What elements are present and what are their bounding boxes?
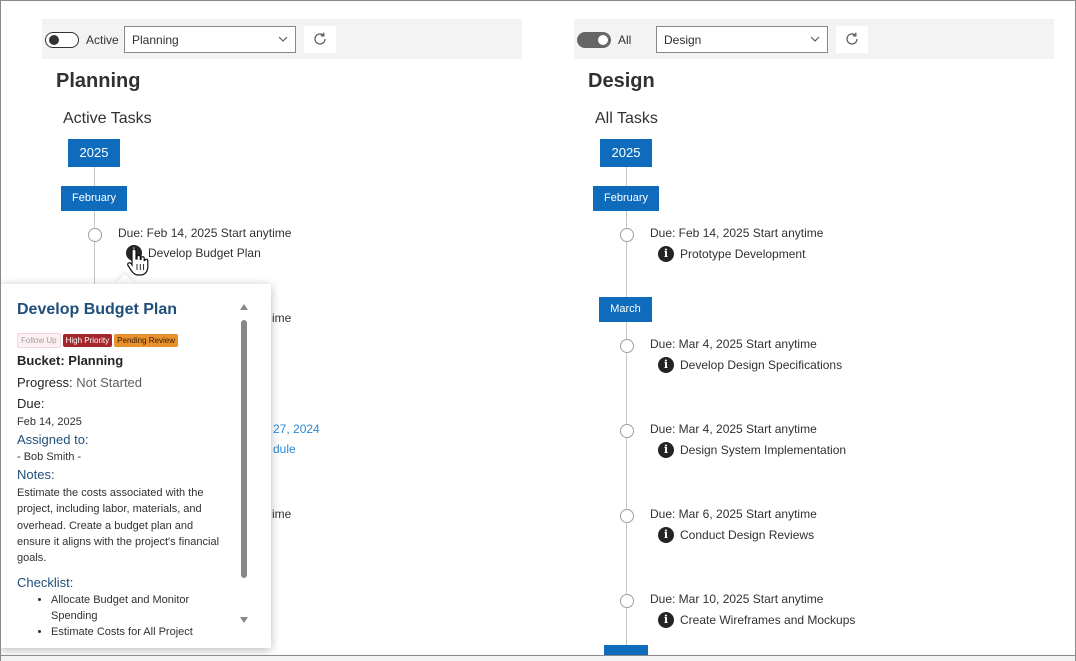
scroll-up-arrow-icon[interactable]	[240, 304, 248, 310]
popup-assigned-label: Assigned to:	[17, 432, 89, 447]
timeline-dot	[620, 424, 634, 438]
design-panel: All Design Design All Tasks 2025 Februar…	[574, 0, 1056, 655]
task-item[interactable]: i Create Wireframes and Mockups	[658, 611, 855, 629]
checklist-item: Allocate Budget and Monitor Spending	[51, 592, 232, 624]
obscured-text: ime	[272, 311, 292, 325]
bucket-select[interactable]: Planning	[124, 26, 296, 53]
popup-notes-value: Estimate the costs associated with the p…	[17, 487, 220, 565]
popup-scrollbar[interactable]	[237, 298, 251, 636]
obscured-link[interactable]: dule	[273, 442, 296, 456]
bucket-select-value: Design	[664, 33, 702, 47]
design-toolbar: All Design	[574, 19, 1054, 59]
info-icon[interactable]: i	[658, 526, 674, 543]
task-due: Due: Mar 4, 2025 Start anytime	[650, 337, 817, 351]
toggle-knob	[598, 35, 608, 45]
obscured-text: ime	[272, 507, 292, 521]
panel-title: Planning	[56, 70, 141, 92]
panel-subtitle: Active Tasks	[63, 110, 152, 127]
task-title: Design System Implementation	[680, 442, 847, 457]
scroll-thumb[interactable]	[241, 320, 247, 578]
task-item[interactable]: i Conduct Design Reviews	[658, 526, 814, 544]
refresh-button[interactable]	[304, 26, 336, 53]
timeline-dot	[620, 594, 634, 608]
popup-due-label: Due:	[17, 396, 45, 411]
year-badge: 2025	[600, 139, 652, 167]
task-title: Conduct Design Reviews	[680, 527, 815, 542]
task-item[interactable]: i Develop Design Specifications	[658, 356, 842, 374]
timeline-dot	[620, 228, 634, 242]
refresh-button[interactable]	[836, 26, 868, 53]
task-title: Develop Budget Plan	[148, 245, 261, 260]
scroll-down-arrow-icon[interactable]	[240, 617, 248, 623]
popup-checklist-label: Checklist:	[17, 575, 74, 590]
timeline-dot	[620, 509, 634, 523]
toggle-knob	[49, 35, 59, 45]
obscured-link[interactable]: 27, 2024	[273, 422, 320, 436]
task-detail-popup: Develop Budget Plan Follow Up High Priori…	[0, 284, 271, 648]
popup-title: Develop Budget Plan	[17, 301, 178, 318]
chevron-down-icon	[810, 36, 820, 42]
tag-pending-review: Pending Review	[114, 334, 178, 347]
task-due: Due: Mar 6, 2025 Start anytime	[650, 507, 817, 521]
timeline-dot	[88, 228, 102, 242]
tag-follow-up: Follow Up	[17, 333, 61, 348]
year-badge: 2025	[68, 139, 120, 167]
task-item[interactable]: i Prototype Development	[658, 245, 805, 263]
refresh-icon	[846, 32, 858, 45]
info-icon[interactable]: i	[658, 356, 674, 373]
panel-subtitle: All Tasks	[595, 110, 658, 127]
info-icon[interactable]: i	[658, 245, 674, 262]
popup-progress: Progress: Not Started	[17, 375, 142, 390]
active-filter-toggle[interactable]	[45, 32, 79, 48]
task-due: Due: Feb 14, 2025 Start anytime	[118, 226, 292, 240]
month-badge: March	[599, 297, 652, 322]
task-item[interactable]: i Design System Implementation	[658, 441, 846, 459]
tag-high-priority: High Priority	[62, 334, 113, 347]
month-badge: February	[61, 186, 127, 211]
active-toggle-label: Active	[86, 33, 119, 47]
chevron-down-icon	[278, 36, 288, 42]
task-title: Develop Design Specifications	[680, 357, 843, 372]
task-title: Create Wireframes and Mockups	[680, 612, 856, 627]
label-tags: Follow Up High Priority Pending Review	[17, 330, 180, 348]
info-icon[interactable]: i	[658, 611, 674, 628]
all-filter-toggle[interactable]	[577, 32, 611, 48]
popup-due-value: Feb 14, 2025	[17, 416, 82, 428]
task-due: Due: Mar 10, 2025 Start anytime	[650, 592, 824, 606]
timeline-dot	[620, 339, 634, 353]
task-due: Due: Feb 14, 2025 Start anytime	[650, 226, 824, 240]
refresh-icon	[314, 32, 326, 45]
popup-checklist: Allocate Budget and Monitor Spending Est…	[17, 592, 232, 640]
window-bottom-edge	[0, 655, 1076, 661]
progress-label: Progress:	[17, 375, 73, 390]
month-badge: February	[593, 186, 659, 211]
hand-pointer-icon	[127, 248, 149, 276]
planning-toolbar: Active Planning	[42, 19, 522, 59]
task-title: Prototype Development	[680, 246, 806, 261]
checklist-item: Estimate Costs for All Project	[51, 624, 232, 640]
bucket-select[interactable]: Design	[656, 26, 828, 53]
popup-notes-label: Notes:	[17, 467, 55, 482]
popup-bucket: Bucket: Planning	[17, 353, 124, 368]
popup-assigned-value: - Bob Smith -	[17, 451, 82, 463]
progress-value: Not Started	[76, 375, 143, 390]
all-toggle-label: All	[618, 33, 632, 47]
panel-title: Design	[588, 70, 655, 92]
info-icon[interactable]: i	[658, 441, 674, 458]
task-due: Due: Mar 4, 2025 Start anytime	[650, 422, 817, 436]
month-badge-partial	[604, 645, 648, 655]
bucket-select-value: Planning	[132, 33, 179, 47]
